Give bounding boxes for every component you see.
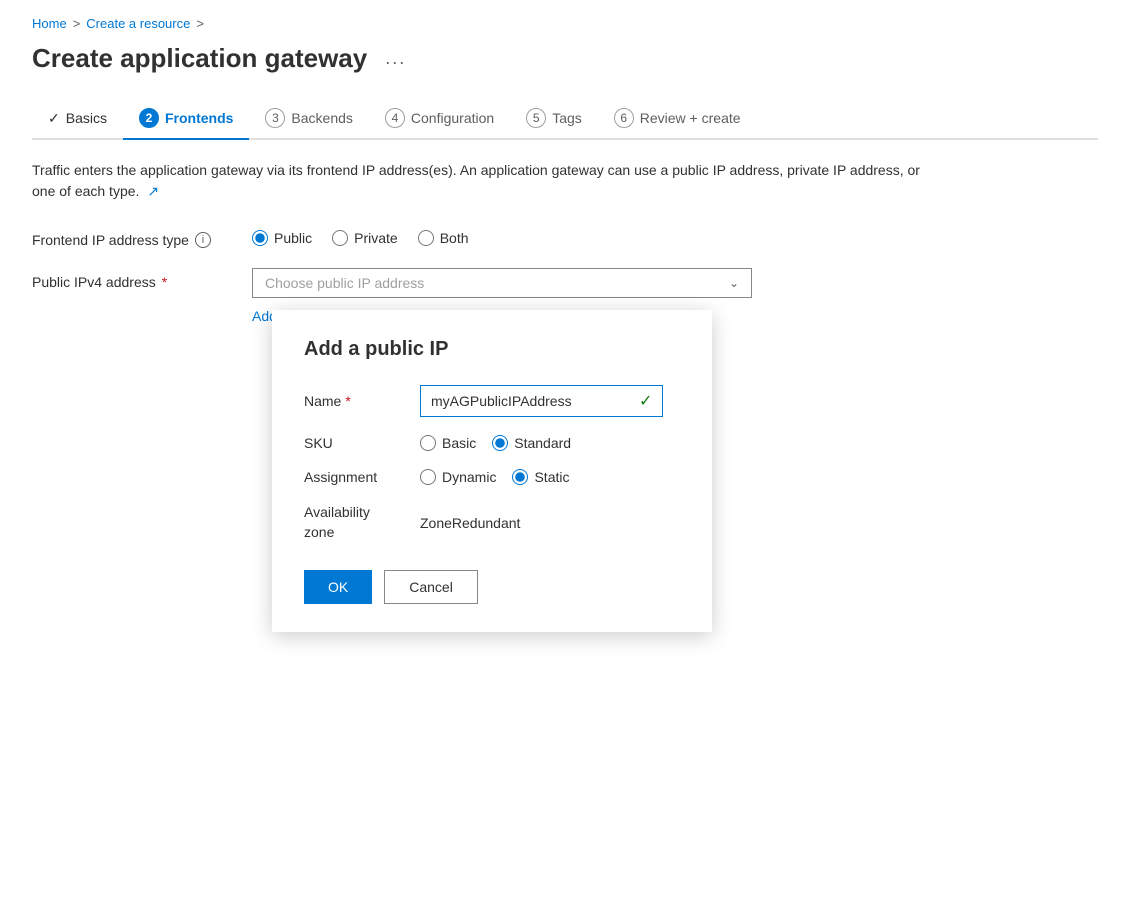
radio-public-input[interactable] [252,230,268,246]
add-public-ip-dialog: Add a public IP Name * ✓ [272,310,712,632]
dialog-name-row: Name * ✓ [304,385,680,417]
dialog-assignment-label-text: Assignment [304,469,377,485]
dialog-availability-label: Availabilityzone [304,503,404,542]
assignment-dynamic-radio[interactable] [420,469,436,485]
ok-button[interactable]: OK [304,570,372,604]
dialog-sku-label-text: SKU [304,435,333,451]
valid-check-icon: ✓ [639,391,652,411]
dialog-availability-label-text: Availabilityzone [304,504,370,540]
tab-basics[interactable]: ✓ Basics [32,100,123,139]
dialog-assignment-row: Assignment Dynamic Static [304,469,680,485]
page-title-row: Create application gateway ... [32,43,1098,74]
radio-public-label: Public [274,230,312,246]
dialog-buttons: OK Cancel [304,570,680,604]
tab-frontends-number: 2 [139,108,159,128]
dialog-sku-row: SKU Basic Standard [304,435,680,451]
breadcrumb-create-resource[interactable]: Create a resource [86,16,190,31]
public-ipv4-label: Public IPv4 address * [32,268,232,290]
tab-backends-number: 3 [265,108,285,128]
radio-private-input[interactable] [332,230,348,246]
tab-tags-number: 5 [526,108,546,128]
dialog-name-label: Name * [304,393,404,409]
ip-type-info-icon[interactable]: i [195,232,211,248]
assignment-dynamic-label: Dynamic [442,469,496,485]
breadcrumb: Home > Create a resource > [32,16,1098,31]
public-ipv4-required: * [162,274,167,290]
ellipsis-button[interactable]: ... [377,44,414,73]
name-input[interactable] [431,393,631,409]
assignment-dynamic-option[interactable]: Dynamic [420,469,496,485]
tab-backends[interactable]: 3 Backends [249,98,368,140]
public-ipv4-label-text: Public IPv4 address [32,274,156,290]
radio-private-label: Private [354,230,398,246]
dropdown-placeholder: Choose public IP address [265,275,424,291]
breadcrumb-home[interactable]: Home [32,16,67,31]
public-ipv4-row: Public IPv4 address * Choose public IP a… [32,268,1098,330]
tab-review-create[interactable]: 6 Review + create [598,98,757,140]
ip-type-label-text: Frontend IP address type [32,232,189,248]
check-icon: ✓ [48,110,60,127]
dialog-availability-value: ZoneRedundant [420,515,520,531]
tab-review-label: Review + create [640,110,741,126]
tab-frontends[interactable]: 2 Frontends [123,98,249,140]
dialog-assignment-label: Assignment [304,469,404,485]
tab-tags[interactable]: 5 Tags [510,98,598,140]
tab-frontends-label: Frontends [165,110,233,126]
sku-standard-option[interactable]: Standard [492,435,571,451]
radio-private[interactable]: Private [332,230,398,246]
sku-radio-group: Basic Standard [420,435,571,451]
breadcrumb-sep1: > [73,16,81,31]
sku-standard-label: Standard [514,435,571,451]
tabs-container: ✓ Basics 2 Frontends 3 Backends 4 Config… [32,98,1098,140]
radio-public[interactable]: Public [252,230,312,246]
assignment-radio-group: Dynamic Static [420,469,569,485]
public-ip-dropdown[interactable]: Choose public IP address ⌄ [252,268,752,298]
page-title: Create application gateway [32,43,367,74]
sku-basic-label: Basic [442,435,476,451]
ip-type-radio-group: Public Private Both [252,226,469,246]
tab-backends-label: Backends [291,110,352,126]
name-input-wrapper: ✓ [420,385,663,417]
assignment-static-option[interactable]: Static [512,469,569,485]
tab-tags-label: Tags [552,110,582,126]
breadcrumb-sep2: > [196,16,204,31]
tab-basics-label: Basics [66,110,107,126]
assignment-static-radio[interactable] [512,469,528,485]
ip-type-label: Frontend IP address type i [32,226,232,248]
chevron-down-icon: ⌄ [729,276,739,290]
sku-basic-radio[interactable] [420,435,436,451]
dialog-title: Add a public IP [304,338,680,361]
cancel-button[interactable]: Cancel [384,570,478,604]
dialog-name-required: * [345,393,350,409]
tab-configuration[interactable]: 4 Configuration [369,98,510,140]
public-ipv4-input-group: Choose public IP address ⌄ Add new Add a… [252,268,752,330]
description-main: Traffic enters the application gateway v… [32,162,920,199]
dialog-sku-label: SKU [304,435,404,451]
dialog-availability-row: Availabilityzone ZoneRedundant [304,503,680,542]
tab-configuration-number: 4 [385,108,405,128]
radio-both-label: Both [440,230,469,246]
dialog-name-label-text: Name [304,393,341,409]
description-text: Traffic enters the application gateway v… [32,160,932,202]
tab-review-number: 6 [614,108,634,128]
radio-both[interactable]: Both [418,230,469,246]
tab-configuration-label: Configuration [411,110,494,126]
radio-both-input[interactable] [418,230,434,246]
ip-type-row: Frontend IP address type i Public Privat… [32,226,1098,248]
sku-basic-option[interactable]: Basic [420,435,476,451]
description-link[interactable]: ↗ [147,183,159,199]
assignment-static-label: Static [534,469,569,485]
sku-standard-radio[interactable] [492,435,508,451]
